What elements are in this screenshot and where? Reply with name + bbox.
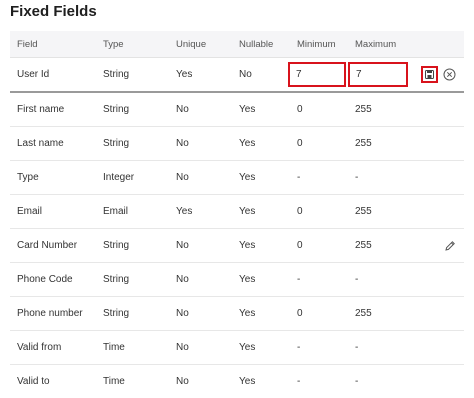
field-unique: Yes: [176, 69, 193, 80]
field-nullable: Yes: [239, 308, 256, 319]
field-nullable: Yes: [239, 138, 256, 149]
field-name: Phone number: [17, 308, 83, 319]
column-header-minimum: Minimum: [297, 38, 336, 50]
table-row: First name String No Yes 0 255: [10, 93, 464, 127]
field-name: Valid to: [17, 376, 50, 387]
field-unique: No: [176, 274, 189, 285]
table-row-editing: User Id String Yes No: [10, 58, 464, 93]
pencil-icon: [444, 240, 455, 251]
table-row: Card Number String No Yes 0 255: [10, 229, 464, 263]
field-nullable: Yes: [239, 274, 256, 285]
minimum-input[interactable]: [288, 62, 346, 87]
field-type: String: [103, 274, 130, 285]
field-maximum: 255: [355, 240, 372, 251]
field-minimum: 0: [297, 206, 303, 217]
table-row: Phone number String No Yes 0 255: [10, 297, 464, 331]
field-minimum: -: [297, 342, 301, 353]
field-name: Email: [17, 206, 43, 217]
field-nullable: Yes: [239, 172, 256, 183]
field-nullable: No: [239, 69, 252, 80]
field-name: First name: [17, 104, 65, 115]
column-header-type: Type: [103, 38, 124, 50]
field-unique: No: [176, 376, 189, 387]
field-type: String: [103, 69, 130, 80]
column-header-field: Field: [17, 38, 38, 50]
field-unique: No: [176, 104, 189, 115]
field-type: Time: [103, 376, 125, 387]
cancel-button[interactable]: [442, 67, 457, 82]
field-type: String: [103, 104, 130, 115]
field-maximum: -: [355, 172, 359, 183]
table-row: Email Email Yes Yes 0 255: [10, 195, 464, 229]
field-name: Type: [17, 172, 39, 183]
field-type: String: [103, 240, 130, 251]
field-unique: No: [176, 172, 189, 183]
table-row: Valid from Time No Yes - -: [10, 331, 464, 365]
field-minimum: -: [297, 172, 301, 183]
field-maximum: 255: [355, 104, 372, 115]
field-type: String: [103, 308, 130, 319]
fixed-fields-table: Field Type Unique Nullable Minimum Maxim…: [10, 31, 464, 398]
field-minimum: 0: [297, 308, 303, 319]
table-row: Type Integer No Yes - -: [10, 161, 464, 195]
field-maximum: -: [355, 376, 359, 387]
field-minimum: 0: [297, 104, 303, 115]
field-type: Email: [103, 206, 129, 217]
field-type: Integer: [103, 172, 135, 183]
field-minimum: 0: [297, 138, 303, 149]
field-minimum: -: [297, 376, 301, 387]
field-minimum: -: [297, 274, 301, 285]
field-nullable: Yes: [239, 206, 256, 217]
field-maximum: 255: [355, 308, 372, 319]
field-unique: No: [176, 308, 189, 319]
table-row: Valid to Time No Yes - -: [10, 365, 464, 398]
field-maximum: -: [355, 274, 359, 285]
field-nullable: Yes: [239, 376, 256, 387]
table-row: Last name String No Yes 0 255: [10, 127, 464, 161]
field-name: Valid from: [17, 342, 62, 353]
field-maximum: -: [355, 342, 359, 353]
field-name: Phone Code: [17, 274, 73, 285]
field-nullable: Yes: [239, 104, 256, 115]
cancel-icon: [443, 68, 456, 81]
field-unique: No: [176, 138, 189, 149]
table-row: Phone Code String No Yes - -: [10, 263, 464, 297]
field-nullable: Yes: [239, 240, 256, 251]
edit-row-button[interactable]: [442, 238, 457, 253]
maximum-input[interactable]: [348, 62, 408, 87]
field-type: Time: [103, 342, 125, 353]
column-header-nullable: Nullable: [239, 38, 274, 50]
field-name: Last name: [17, 138, 64, 149]
field-nullable: Yes: [239, 342, 256, 353]
field-unique: Yes: [176, 206, 193, 217]
field-unique: No: [176, 342, 189, 353]
field-type: String: [103, 138, 130, 149]
field-name: User Id: [17, 69, 50, 80]
field-maximum: 255: [355, 206, 372, 217]
column-header-maximum: Maximum: [355, 38, 397, 50]
field-minimum: 0: [297, 240, 303, 251]
column-header-unique: Unique: [176, 38, 207, 50]
table-header: Field Type Unique Nullable Minimum Maxim…: [10, 31, 464, 58]
field-unique: No: [176, 240, 189, 251]
field-name: Card Number: [17, 240, 78, 251]
page-title: Fixed Fields: [10, 3, 97, 20]
save-icon: [425, 70, 434, 79]
save-button[interactable]: [421, 66, 438, 83]
field-maximum: 255: [355, 138, 372, 149]
